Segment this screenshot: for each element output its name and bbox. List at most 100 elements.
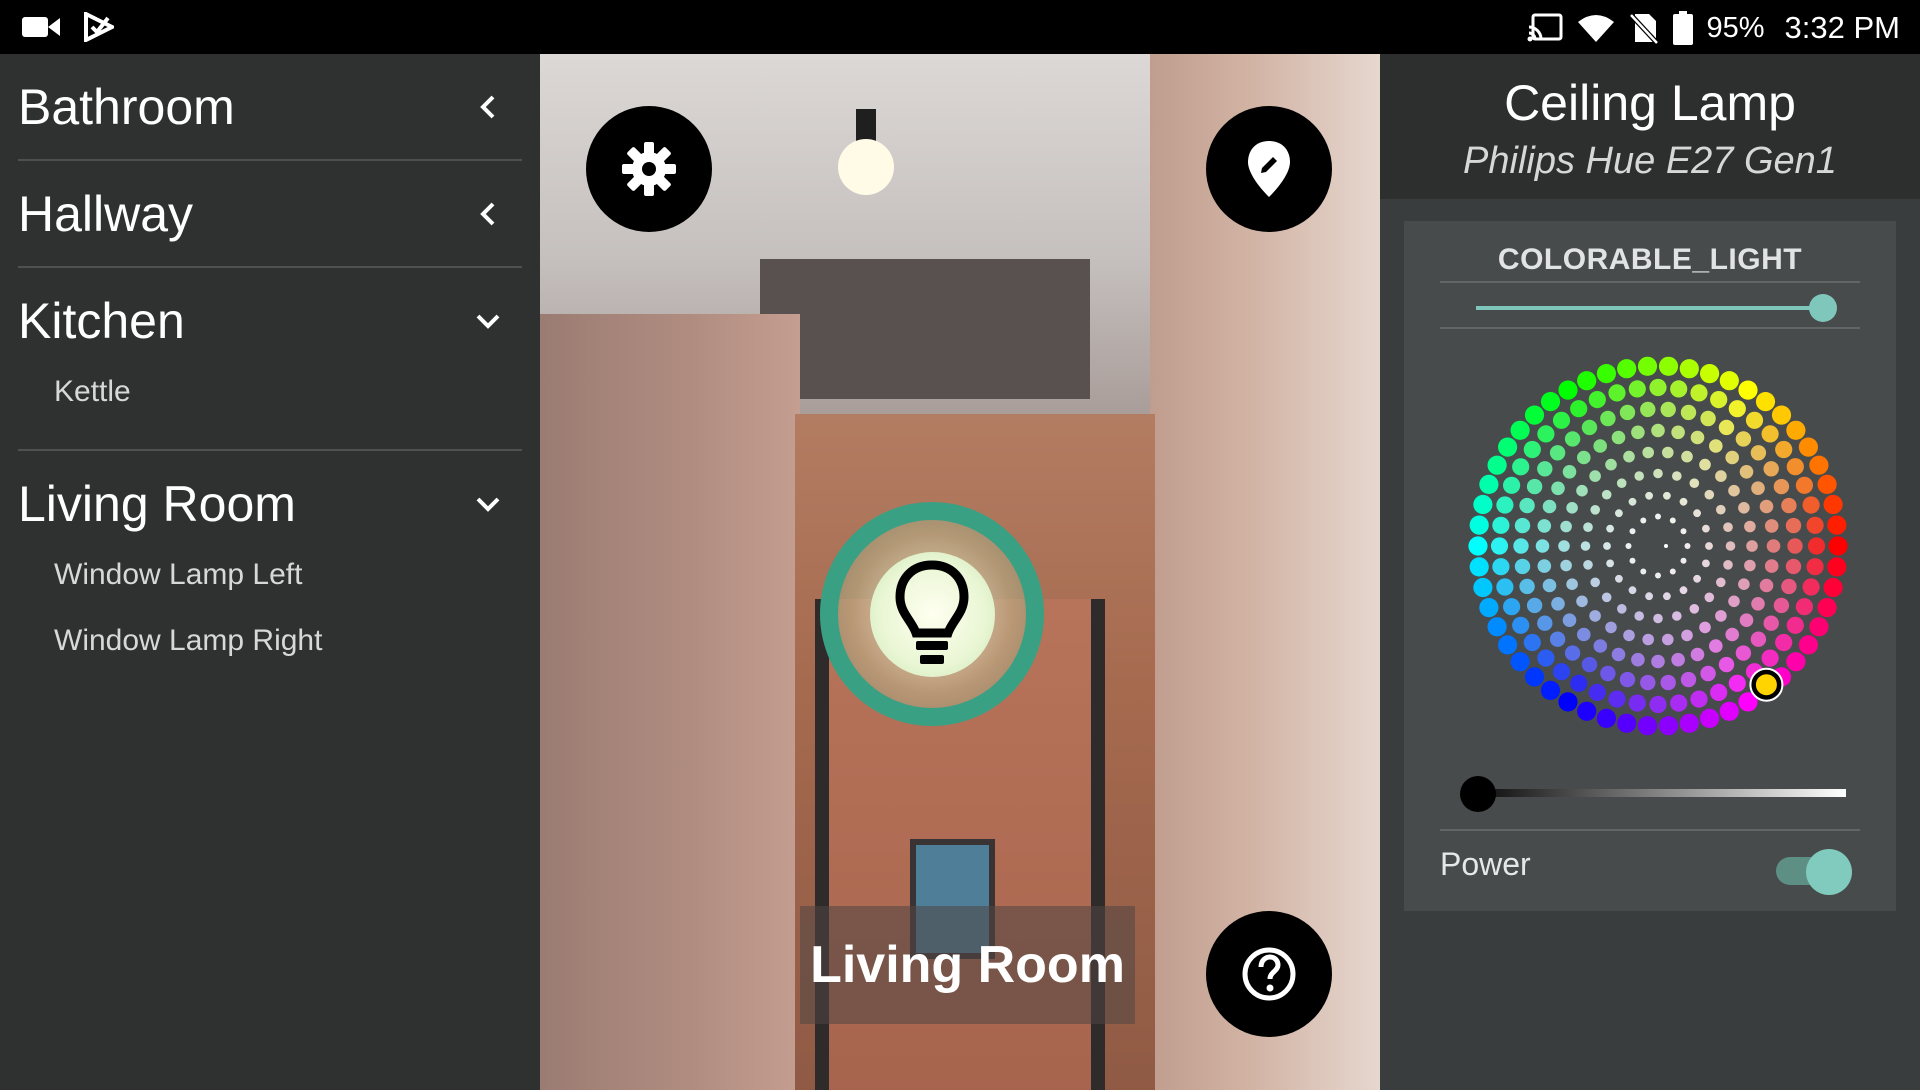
color-wheel-dot[interactable] <box>1537 461 1553 477</box>
color-wheel-dot[interactable] <box>1653 468 1663 479</box>
color-wheel-dot[interactable] <box>1690 384 1708 402</box>
color-wheel-dot[interactable] <box>1680 528 1687 535</box>
edit-location-button[interactable] <box>1206 106 1332 232</box>
color-wheel-dot[interactable] <box>1645 592 1653 601</box>
color-wheel-dot[interactable] <box>1512 616 1530 634</box>
color-wheel-dot[interactable] <box>1628 586 1637 595</box>
color-wheel-dot[interactable] <box>1672 471 1682 481</box>
color-wheel-dot[interactable] <box>1562 613 1577 627</box>
color-wheel-dot[interactable] <box>1617 604 1627 614</box>
color-wheel-dot[interactable] <box>1551 481 1565 496</box>
color-wheel-dot[interactable] <box>1785 517 1802 534</box>
color-wheel-dot[interactable] <box>1583 522 1593 532</box>
color-wheel-dot[interactable] <box>1828 536 1848 556</box>
color-wheel-dot[interactable] <box>1679 586 1688 595</box>
color-wheel-dot[interactable] <box>1566 578 1578 590</box>
color-wheel-dot[interactable] <box>1795 598 1813 616</box>
color-wheel-dot[interactable] <box>1552 663 1571 681</box>
color-wheel-dot[interactable] <box>1629 528 1636 535</box>
color-wheel-dot[interactable] <box>1589 610 1601 622</box>
color-wheel-dot[interactable] <box>1564 431 1581 447</box>
color-wheel-dot[interactable] <box>1795 476 1813 494</box>
color-wheel-dot[interactable] <box>1709 439 1723 453</box>
color-wheel-dot[interactable] <box>1590 505 1600 515</box>
color-wheel-dot[interactable] <box>1581 419 1598 436</box>
color-wheel-dot[interactable] <box>1653 613 1663 624</box>
color-wheel-dot[interactable] <box>1473 577 1493 598</box>
color-wheel-dot[interactable] <box>1679 359 1699 379</box>
color-wheel-dot[interactable] <box>1606 524 1614 533</box>
color-wheel-dot[interactable] <box>1735 645 1752 661</box>
color-wheel-dot[interactable] <box>1715 470 1727 482</box>
color-wheel-dot[interactable] <box>1702 524 1710 533</box>
color-wheel-dot[interactable] <box>1719 701 1739 721</box>
color-wheel-dot[interactable] <box>1631 652 1645 667</box>
color-wheel-dot[interactable] <box>1705 542 1713 550</box>
color-wheel-dot[interactable] <box>1640 517 1647 524</box>
color-wheel-dot[interactable] <box>1669 517 1676 524</box>
color-wheel-dot[interactable] <box>1725 541 1736 551</box>
color-wheel-dot[interactable] <box>1492 558 1510 576</box>
color-wheel-dot[interactable] <box>1523 633 1541 652</box>
color-wheel-dot[interactable] <box>1689 604 1700 614</box>
color-wheel-dot[interactable] <box>1771 405 1792 425</box>
color-wheel-dot[interactable] <box>1616 478 1627 488</box>
color-wheel-dot[interactable] <box>1693 509 1701 518</box>
color-wheel-dot[interactable] <box>1684 543 1691 549</box>
color-wheel-dot[interactable] <box>1524 667 1545 687</box>
color-wheel-dot[interactable] <box>1746 540 1758 552</box>
color-wheel-dot[interactable] <box>1704 592 1715 603</box>
color-wheel-dot[interactable] <box>1537 615 1553 631</box>
color-wheel-dot[interactable] <box>1662 633 1674 646</box>
color-wheel-dot[interactable] <box>1680 671 1697 688</box>
color-wheel-dot[interactable] <box>1514 558 1531 575</box>
color-wheel-dot[interactable] <box>1744 559 1756 572</box>
color-wheel-dot[interactable] <box>1596 708 1616 728</box>
color-wheel-dot[interactable] <box>1523 440 1541 459</box>
color-wheel-dot[interactable] <box>1503 476 1521 494</box>
color-wheel-dot[interactable] <box>1498 635 1518 655</box>
color-wheel-dot[interactable] <box>1560 559 1572 572</box>
color-wheel-dot[interactable] <box>1681 629 1693 642</box>
color-wheel-dot[interactable] <box>1671 652 1685 667</box>
color-wheel-dot[interactable] <box>1576 484 1588 497</box>
color-wheel-dot[interactable] <box>1593 439 1607 453</box>
color-wheel-dot[interactable] <box>1725 450 1739 465</box>
color-wheel-dot[interactable] <box>1670 694 1688 712</box>
color-wheel-dot[interactable] <box>1781 578 1797 595</box>
color-wheel-dot[interactable] <box>1542 578 1557 593</box>
color-wheel-dot[interactable] <box>1723 522 1733 532</box>
color-wheel-dot[interactable] <box>1549 631 1566 647</box>
color-wheel-dot[interactable] <box>1473 494 1493 515</box>
color-wheel-dot[interactable] <box>1680 404 1697 421</box>
color-wheel-dot[interactable] <box>1588 683 1606 701</box>
color-wheel-dot[interactable] <box>1583 560 1593 570</box>
color-wheel-dot[interactable] <box>1637 716 1658 736</box>
color-wheel-dot[interactable] <box>1611 430 1626 445</box>
color-wheel-dot[interactable] <box>1806 516 1824 534</box>
color-wheel-dot[interactable] <box>1662 446 1674 459</box>
color-wheel-dot[interactable] <box>1603 542 1611 550</box>
color-wheel-dot[interactable] <box>1642 446 1654 459</box>
color-wheel-dot[interactable] <box>1487 455 1507 475</box>
color-wheel-dot[interactable] <box>1577 627 1591 642</box>
color-wheel-dot[interactable] <box>1605 621 1617 634</box>
color-wheel-dot[interactable] <box>1763 615 1779 631</box>
color-wheel-dot[interactable] <box>1798 635 1818 655</box>
color-wheel-dot[interactable] <box>1617 713 1637 733</box>
color-wheel-dot[interactable] <box>1588 391 1606 409</box>
color-wheel-dot[interactable] <box>1640 401 1656 418</box>
color-wheel-dot[interactable] <box>1619 671 1636 688</box>
device-item-window-lamp-right[interactable]: Window Lamp Right <box>18 608 522 674</box>
color-wheel-dot[interactable] <box>1744 520 1756 533</box>
color-wheel-dot[interactable] <box>1537 519 1552 533</box>
color-wheel-dot[interactable] <box>1540 680 1561 700</box>
color-wheel-dot[interactable] <box>1715 610 1727 622</box>
color-wheel-dot[interactable] <box>1807 537 1826 555</box>
color-wheel-dot[interactable] <box>1700 708 1720 728</box>
color-wheel-dot[interactable] <box>1649 695 1667 714</box>
color-wheel-dot[interactable] <box>1615 509 1623 518</box>
color-wheel-dot[interactable] <box>1629 557 1636 564</box>
color-wheel-dot[interactable] <box>1623 629 1635 642</box>
color-wheel-dot[interactable] <box>1503 598 1521 616</box>
